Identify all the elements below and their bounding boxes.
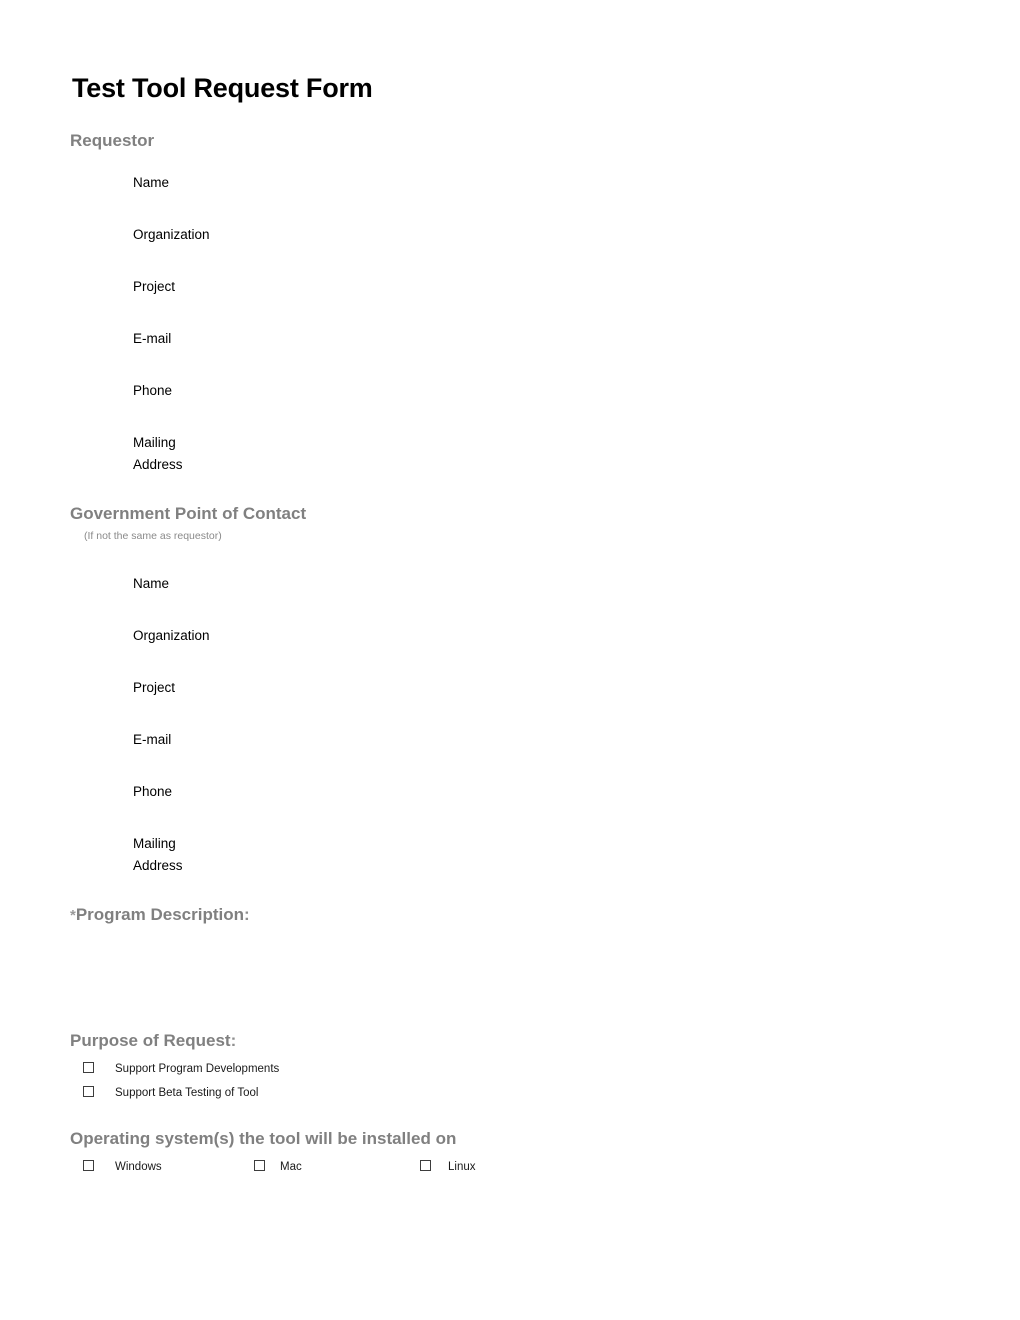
field-label-gov-poc-phone: Phone [133, 784, 173, 799]
checkbox-support-program-developments[interactable] [83, 1062, 94, 1073]
checkbox-support-beta-testing-of-tool[interactable] [83, 1086, 94, 1097]
answer-space-gov-poc-project[interactable] [300, 677, 920, 697]
field-label-requestor-phone: Phone [133, 383, 173, 398]
section-heading-program-description-colon: : [244, 905, 250, 924]
checkbox-row-support-program-developments[interactable]: Support Program Developments [0, 1061, 1020, 1081]
answer-space-requestor-phone[interactable] [300, 380, 920, 400]
checkbox-label-mac: Mac [280, 1161, 302, 1173]
checkbox-label-windows: Windows [115, 1161, 162, 1173]
section-subtitle-government-point-of-contact: (If not the same as requestor) [84, 530, 222, 542]
answer-space-gov-poc-mailing-address[interactable] [300, 833, 920, 875]
answer-space-requestor-project[interactable] [300, 276, 920, 296]
document-page: Test Tool Request Form Requestor Name Or… [0, 0, 1020, 1320]
section-heading-purpose-of-request-label: Purpose of Request [70, 1031, 231, 1050]
field-label-gov-poc-name: Name [133, 576, 170, 591]
field-label-gov-poc-mailing-address: Mailing Address [133, 836, 183, 873]
checkbox-windows[interactable] [83, 1160, 94, 1171]
answer-space-gov-poc-phone[interactable] [300, 781, 920, 801]
field-label-gov-poc-email: E-mail [133, 732, 172, 747]
checkbox-row-operating-systems: Windows Mac Linux [0, 1159, 1020, 1179]
section-heading-purpose-of-request: Purpose of Request: [70, 1031, 236, 1051]
answer-space-requestor-organization[interactable] [300, 224, 920, 244]
answer-space-gov-poc-organization[interactable] [300, 625, 920, 645]
field-label-requestor-organization: Organization [133, 227, 210, 242]
answer-space-requestor-mailing-address[interactable] [300, 432, 920, 474]
field-label-gov-poc-organization: Organization [133, 628, 210, 643]
checkbox-linux[interactable] [420, 1160, 431, 1171]
answer-space-gov-poc-email[interactable] [300, 729, 920, 749]
section-heading-program-description-label: Program Description [75, 905, 244, 924]
checkbox-label-linux: Linux [448, 1161, 476, 1173]
field-label-requestor-name: Name [133, 175, 170, 190]
answer-space-requestor-email[interactable] [300, 328, 920, 348]
page-title: Test Tool Request Form [72, 73, 373, 103]
section-heading-program-description: *Program Description: [70, 905, 250, 925]
section-heading-requestor: Requestor [70, 131, 155, 150]
checkbox-mac[interactable] [254, 1160, 265, 1171]
field-label-requestor-email: E-mail [133, 331, 172, 346]
section-heading-operating-systems: Operating system(s) the tool will be ins… [70, 1129, 457, 1148]
answer-space-program-description[interactable] [72, 935, 948, 1020]
checkbox-label-support-program-developments: Support Program Developments [115, 1063, 280, 1075]
checkbox-row-support-beta-testing-of-tool[interactable]: Support Beta Testing of Tool [0, 1085, 1020, 1105]
section-heading-government-point-of-contact: Government Point of Contact [70, 504, 307, 523]
answer-space-requestor-name[interactable] [300, 172, 920, 192]
field-label-gov-poc-project: Project [133, 680, 176, 695]
field-label-requestor-mailing-address: Mailing Address [133, 435, 183, 472]
section-heading-purpose-of-request-colon: : [230, 1031, 237, 1050]
answer-space-gov-poc-name[interactable] [300, 573, 920, 593]
checkbox-label-support-beta-testing-of-tool: Support Beta Testing of Tool [115, 1087, 259, 1099]
field-label-requestor-project: Project [133, 279, 176, 294]
